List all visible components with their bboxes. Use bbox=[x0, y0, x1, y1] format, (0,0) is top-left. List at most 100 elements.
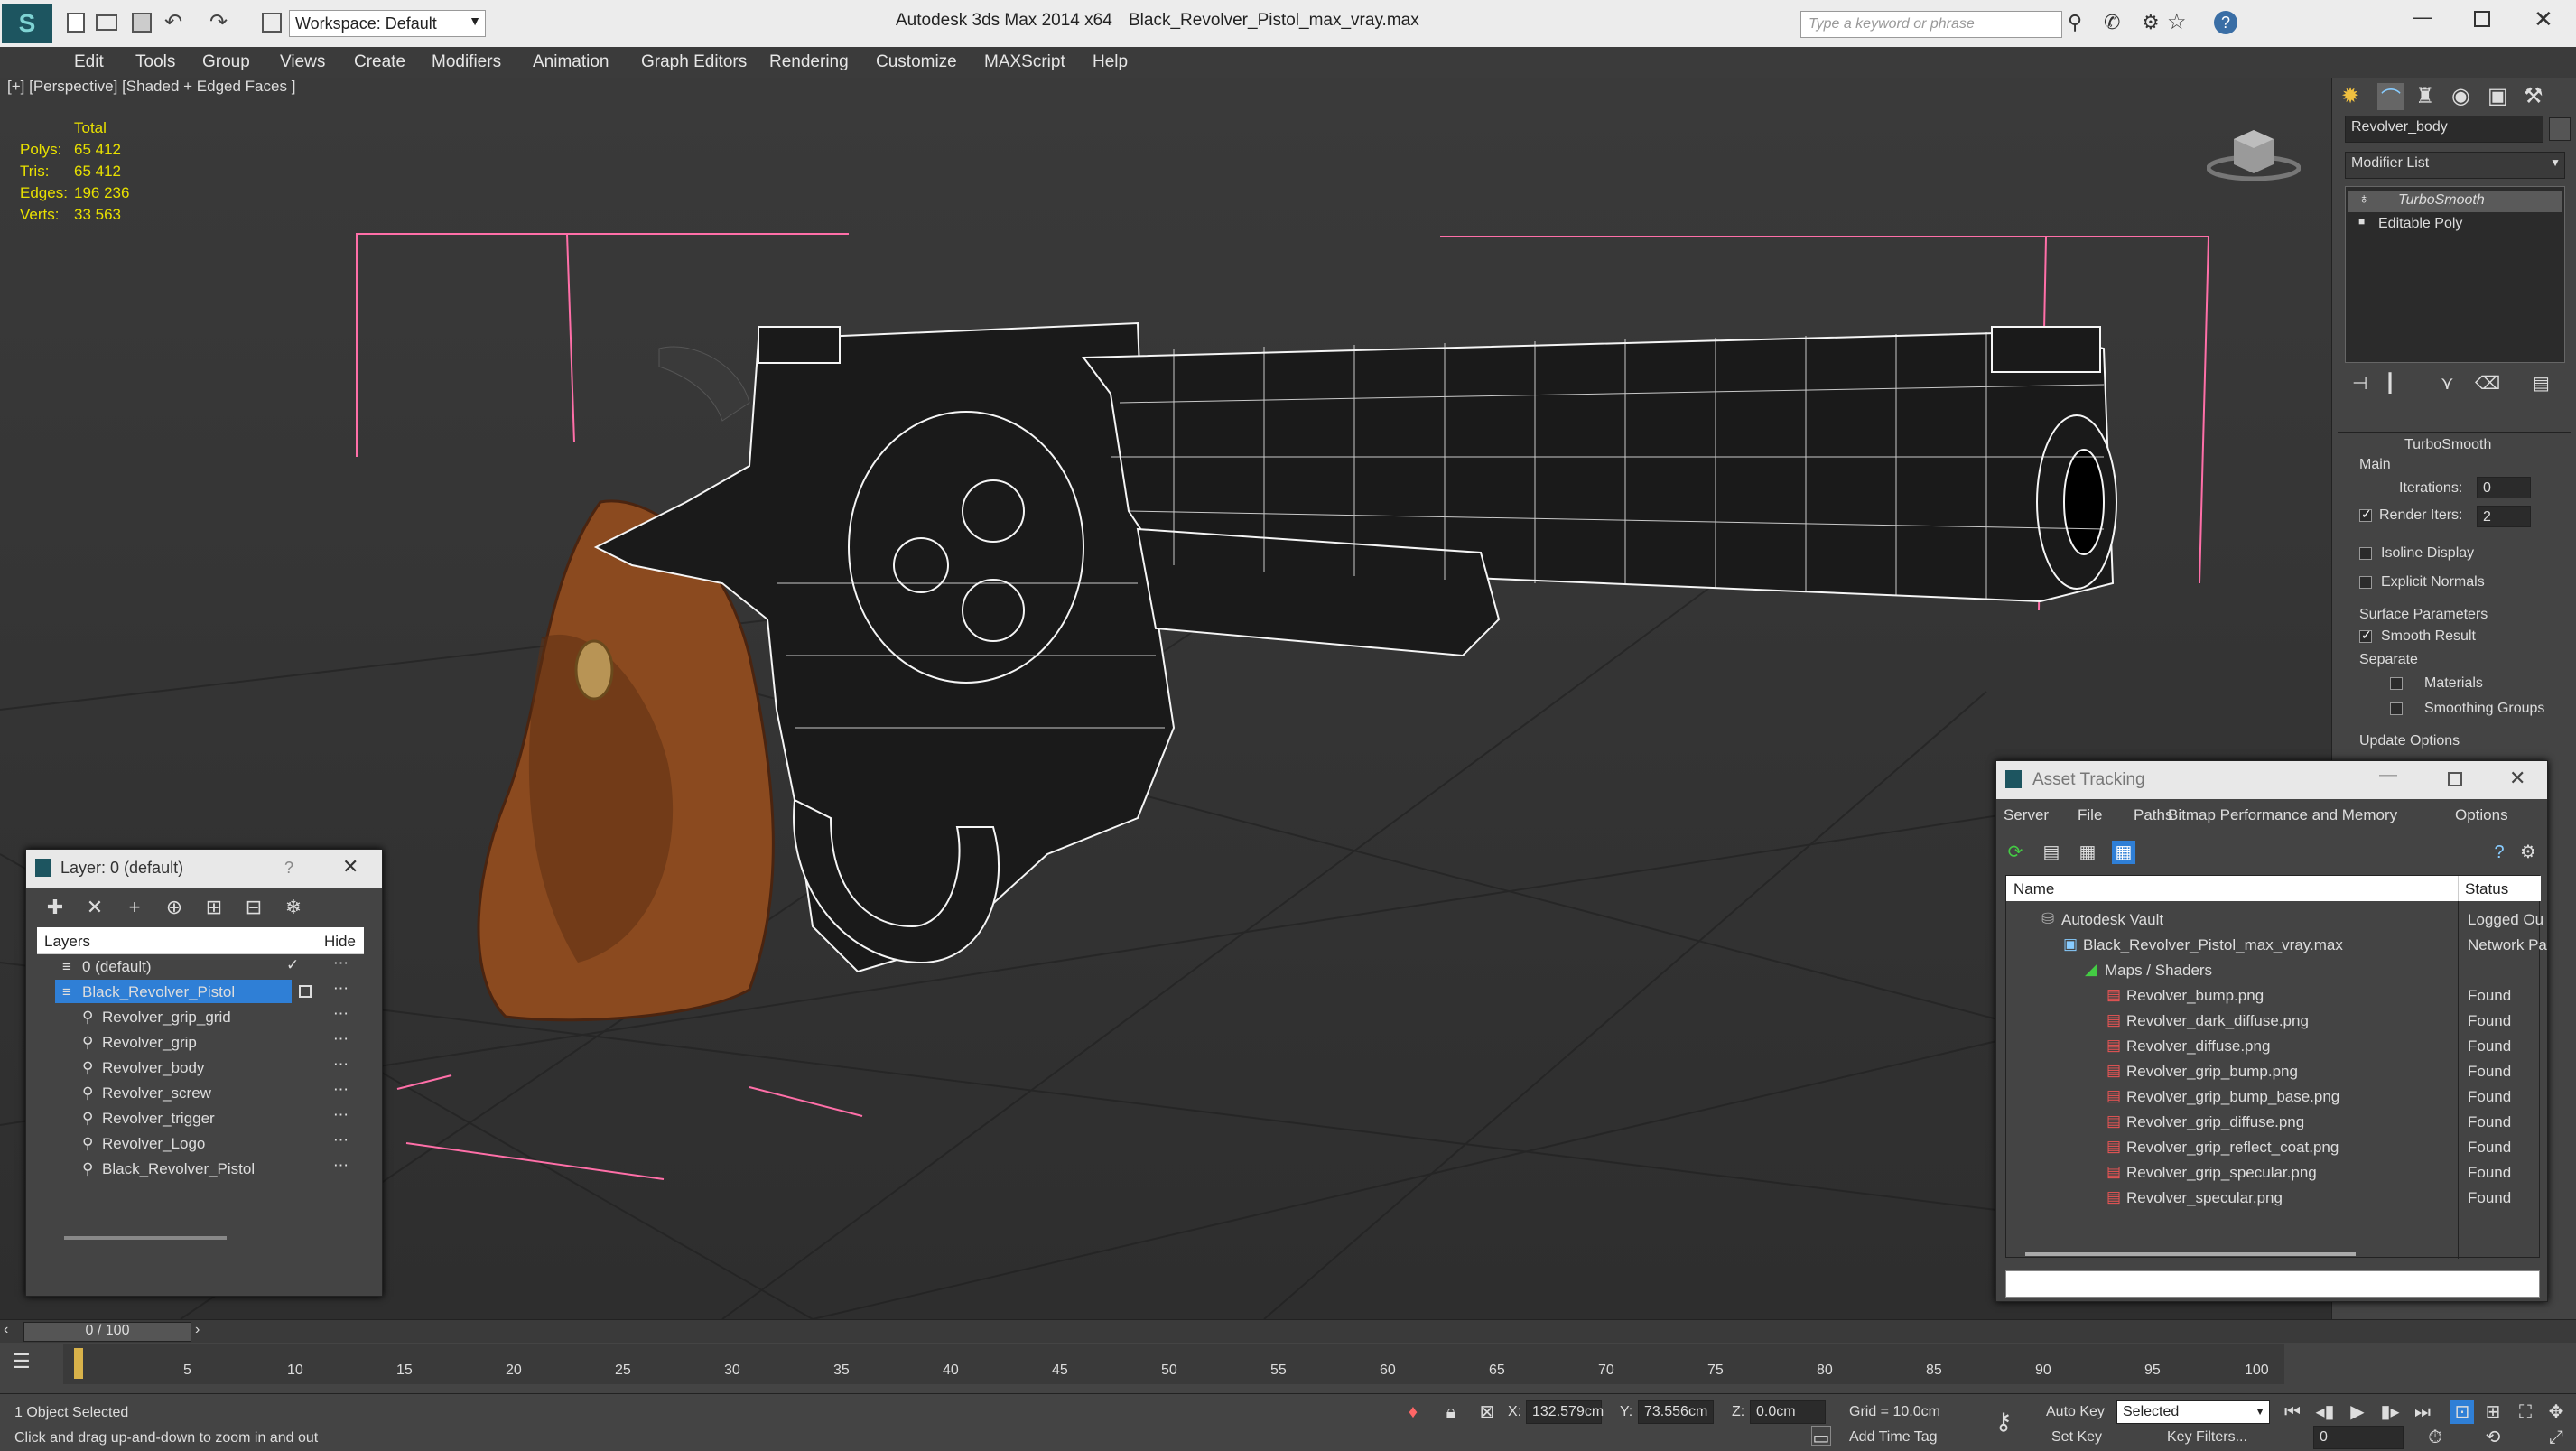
menu-views[interactable]: Views bbox=[280, 52, 325, 72]
maximize-icon[interactable] bbox=[2448, 772, 2462, 786]
menu-options[interactable]: Options bbox=[2455, 806, 2508, 824]
menu-server[interactable]: Server bbox=[2004, 806, 2049, 824]
menu-help[interactable]: Help bbox=[1093, 52, 1128, 72]
close-icon[interactable]: ✕ bbox=[2534, 5, 2553, 33]
hide-toggle[interactable]: ⋯ bbox=[333, 1157, 349, 1175]
play-icon[interactable]: ▶ bbox=[2346, 1400, 2369, 1424]
select-in-layer-icon[interactable]: ⊕ bbox=[162, 895, 187, 920]
menu-paths[interactable]: Paths bbox=[2134, 806, 2172, 824]
key-filters-button[interactable]: Key Filters... bbox=[2167, 1429, 2247, 1446]
stack-item-turbosmooth[interactable]: ♁ TurboSmooth bbox=[2348, 191, 2562, 212]
explicit-normals-checkbox[interactable] bbox=[2359, 576, 2372, 589]
bulb-icon[interactable]: ♁ bbox=[2358, 191, 2369, 208]
highlight-layer-icon[interactable]: ⊞ bbox=[201, 895, 227, 920]
time-slider-thumb[interactable]: 0 / 100 bbox=[23, 1322, 191, 1342]
menu-edit[interactable]: Edit bbox=[74, 52, 104, 72]
asset-row[interactable]: ▤ Revolver_grip_reflect_coat.png Found bbox=[2005, 1135, 2540, 1160]
add-time-tag[interactable]: Add Time Tag bbox=[1849, 1429, 1938, 1446]
rollout-title[interactable]: TurboSmooth bbox=[2404, 437, 2491, 453]
menu-tools[interactable]: Tools bbox=[135, 52, 175, 72]
help-icon[interactable]: ? bbox=[2214, 11, 2237, 34]
object-row[interactable]: ⚲ Revolver_grip ⋯ bbox=[37, 1030, 362, 1056]
menu-customize[interactable]: Customize bbox=[876, 52, 957, 72]
materials-checkbox[interactable] bbox=[2390, 677, 2403, 690]
mini-curve-editor-icon[interactable]: ☰ bbox=[13, 1350, 31, 1373]
key-icon[interactable]: ⚷ bbox=[1992, 1409, 2015, 1433]
asset-row[interactable]: ▤ Revolver_specular.png Found bbox=[2005, 1186, 2540, 1211]
prev-key-icon[interactable]: ◂▮ bbox=[2313, 1400, 2337, 1424]
layer-row-selected[interactable]: ≡ Black_Revolver_Pistol ⋯ bbox=[37, 980, 362, 1005]
menu-maxscript[interactable]: MAXScript bbox=[984, 52, 1065, 72]
orbit-icon[interactable]: ⟲ bbox=[2481, 1426, 2505, 1449]
expand-icon[interactable]: ■ bbox=[2358, 215, 2365, 228]
layer-row[interactable]: ≡ 0 (default) ✓ ⋯ bbox=[37, 954, 362, 980]
settings-icon[interactable]: ⚙ bbox=[2516, 841, 2540, 864]
object-row[interactable]: ⚲ Revolver_grip_grid ⋯ bbox=[37, 1005, 362, 1030]
refresh-icon[interactable]: ⟳ bbox=[2004, 841, 2027, 864]
hierarchy-tab-icon[interactable]: ♜ bbox=[2415, 83, 2435, 109]
asset-row[interactable]: ▤ Revolver_grip_diffuse.png Found bbox=[2005, 1110, 2540, 1135]
col-hide[interactable]: Hide bbox=[324, 933, 356, 951]
key-mode-dropdown[interactable]: Selected ▼ bbox=[2116, 1400, 2270, 1424]
smooth-result-checkbox[interactable] bbox=[2359, 628, 2372, 643]
prev-frame-icon[interactable]: ‹ bbox=[4, 1322, 8, 1338]
goto-start-icon[interactable]: ⏮ bbox=[2281, 1400, 2304, 1424]
communication-icon[interactable]: ✆ bbox=[2104, 11, 2120, 34]
save-icon[interactable] bbox=[132, 13, 152, 33]
set-key-button[interactable]: Set Key bbox=[2051, 1429, 2102, 1446]
isoline-checkbox[interactable] bbox=[2359, 547, 2372, 560]
col-status[interactable]: Status bbox=[2465, 880, 2508, 898]
field-of-view-icon[interactable]: ⛶ bbox=[2514, 1400, 2537, 1424]
asset-row[interactable]: ▤ Revolver_grip_bump_base.png Found bbox=[2005, 1084, 2540, 1110]
redo-icon[interactable]: ↷ bbox=[209, 9, 228, 35]
pin-stack-icon[interactable]: ⊣ bbox=[2352, 372, 2367, 395]
asset-row[interactable]: ▤ Revolver_dark_diffuse.png Found bbox=[2005, 1009, 2540, 1034]
asset-row[interactable]: ⛁ Autodesk Vault Logged Ou bbox=[2005, 907, 2543, 933]
maximize-viewport-icon[interactable]: ⤢ bbox=[2544, 1426, 2568, 1449]
menu-animation[interactable]: Animation bbox=[533, 52, 609, 72]
object-name-field[interactable]: Revolver_body bbox=[2345, 116, 2543, 143]
hide-toggle[interactable]: ⋯ bbox=[333, 1005, 349, 1023]
hide-all-icon[interactable]: ⊟ bbox=[241, 895, 266, 920]
remove-modifier-icon[interactable]: ⌫ bbox=[2475, 372, 2500, 395]
absolute-mode-icon[interactable]: ⊠ bbox=[1475, 1400, 1499, 1424]
modifier-list-dropdown[interactable]: Modifier List ▼ bbox=[2345, 152, 2565, 179]
object-row[interactable]: ⚲ Black_Revolver_Pistol ⋯ bbox=[37, 1157, 362, 1182]
open-file-icon[interactable] bbox=[96, 14, 117, 31]
horizontal-scrollbar[interactable] bbox=[64, 1236, 227, 1240]
undo-icon[interactable]: ↶ bbox=[164, 9, 182, 35]
z-coordinate-field[interactable]: 0.0cm bbox=[1750, 1400, 1826, 1424]
zoom-extents-icon[interactable]: ⊞ bbox=[2481, 1400, 2505, 1424]
time-tag-icon[interactable]: ▭ bbox=[1811, 1426, 1831, 1448]
binoculars-icon[interactable]: ⚲ bbox=[2068, 11, 2082, 34]
auto-key-button[interactable]: Auto Key bbox=[2046, 1404, 2105, 1420]
favorites-icon[interactable]: ☆ bbox=[2167, 9, 2187, 35]
display-tab-icon[interactable]: ▣ bbox=[2488, 83, 2508, 109]
freeze-all-icon[interactable]: ❄ bbox=[281, 895, 306, 920]
menu-graph-editors[interactable]: Graph Editors bbox=[641, 52, 747, 72]
asset-dialog-titlebar[interactable]: Asset Tracking — ✕ bbox=[1996, 761, 2547, 799]
create-tab-icon[interactable]: ✹ bbox=[2341, 83, 2359, 109]
help-button[interactable]: ? bbox=[284, 859, 293, 878]
minimize-icon[interactable]: — bbox=[2413, 5, 2432, 29]
delete-layer-icon[interactable]: ✕ bbox=[82, 895, 107, 920]
motion-tab-icon[interactable]: ◉ bbox=[2451, 83, 2470, 109]
time-marker[interactable] bbox=[74, 1348, 83, 1379]
menu-file[interactable]: File bbox=[2078, 806, 2102, 824]
asset-row[interactable]: ▤ Revolver_bump.png Found bbox=[2005, 983, 2540, 1009]
render-iters-checkbox[interactable] bbox=[2359, 507, 2372, 522]
hide-toggle[interactable]: ⋯ bbox=[333, 954, 349, 972]
app-logo[interactable]: S bbox=[2, 4, 52, 43]
search-input[interactable]: Type a keyword or phrase bbox=[1800, 11, 2062, 38]
object-row[interactable]: ⚲ Revolver_body ⋯ bbox=[37, 1056, 362, 1081]
menu-group[interactable]: Group bbox=[202, 52, 250, 72]
exchange-icon[interactable]: ⚙ bbox=[2142, 11, 2160, 34]
menu-rendering[interactable]: Rendering bbox=[769, 52, 849, 72]
close-icon[interactable]: ✕ bbox=[342, 855, 358, 879]
object-row[interactable]: ⚲ Revolver_screw ⋯ bbox=[37, 1081, 362, 1106]
path-field[interactable] bbox=[2005, 1270, 2540, 1298]
next-key-icon[interactable]: ▮▸ bbox=[2378, 1400, 2402, 1424]
col-name[interactable]: Name bbox=[2013, 880, 2054, 898]
col-layers[interactable]: Layers bbox=[44, 933, 90, 951]
render-iters-spinner[interactable]: 2 bbox=[2477, 506, 2531, 527]
